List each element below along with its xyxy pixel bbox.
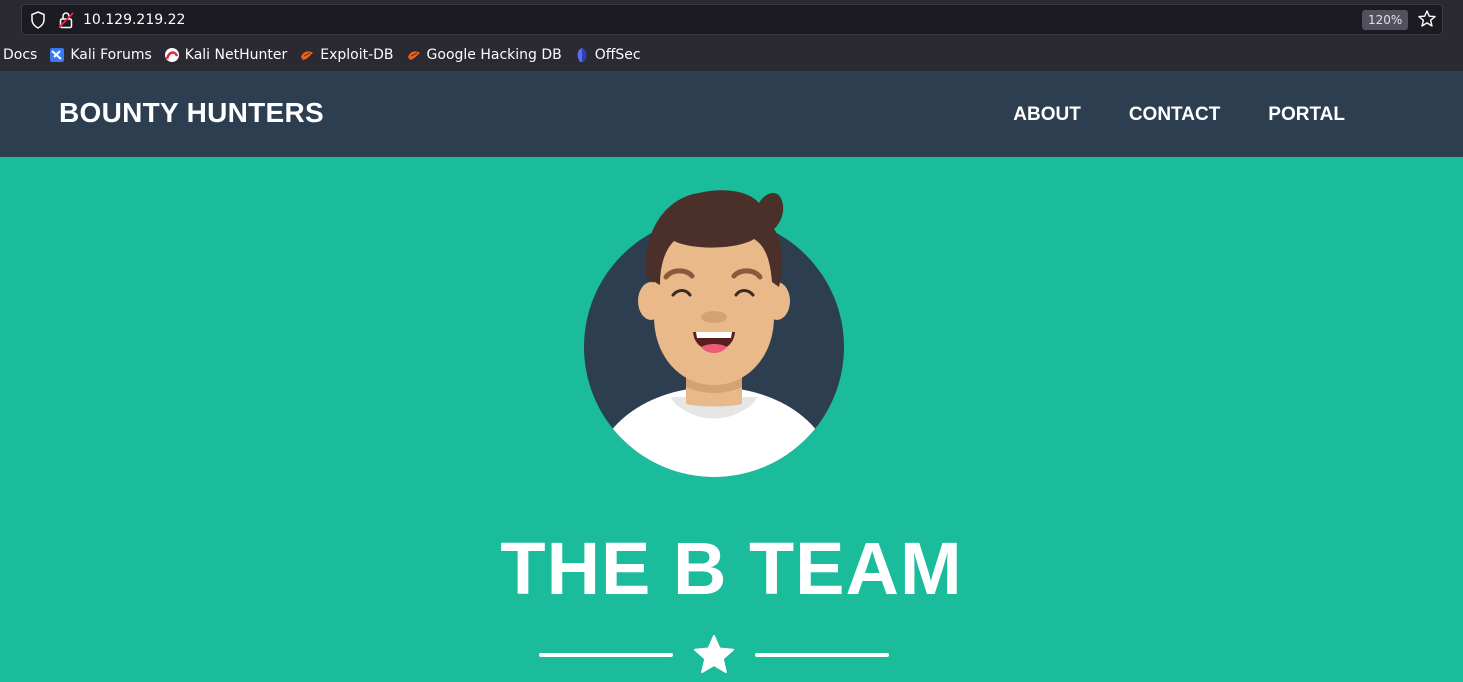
bookmarks-toolbar: Docs Kali Forums Kali NetHunter Exploit-… <box>0 44 653 66</box>
bookmark-offsec[interactable]: OffSec <box>574 47 641 63</box>
nav-contact[interactable]: CONTACT <box>1129 104 1220 126</box>
site-navbar: BOUNTY HUNTERS ABOUT CONTACT PORTAL <box>0 71 1463 157</box>
site-brand[interactable]: BOUNTY HUNTERS <box>59 97 324 129</box>
bookmark-label: Kali NetHunter <box>184 47 288 63</box>
bookmark-kali-nethunter[interactable]: Kali NetHunter <box>164 47 287 63</box>
star-divider <box>539 631 889 675</box>
star-icon <box>694 635 734 673</box>
shield-icon[interactable] <box>30 11 46 29</box>
bookmark-label: Docs <box>3 47 38 63</box>
bookmark-label: OffSec <box>594 47 641 63</box>
exploit-db-icon <box>301 51 314 60</box>
bookmark-exploit-db[interactable]: Exploit-DB <box>299 47 394 63</box>
divider-line-left <box>539 653 673 657</box>
bookmark-label: Google Hacking DB <box>426 47 562 63</box>
zoom-level-badge[interactable]: 120% <box>1362 10 1409 30</box>
kali-nethunter-icon <box>164 48 179 62</box>
kali-forums-icon <box>50 48 65 62</box>
bookmark-label: Exploit-DB <box>320 47 394 63</box>
nav-links: ABOUT CONTACT PORTAL <box>965 104 1345 126</box>
nav-portal[interactable]: PORTAL <box>1268 104 1345 126</box>
hero-section: THE B TEAM <box>0 157 1463 682</box>
bookmark-star-icon[interactable] <box>1417 9 1437 29</box>
url-text[interactable]: 10.129.219.22 <box>83 11 185 29</box>
bookmark-kali-forums[interactable]: Kali Forums <box>49 47 152 63</box>
bookmark-google-hacking-db[interactable]: Google Hacking DB <box>406 47 562 63</box>
bookmark-docs[interactable]: Docs <box>3 47 37 63</box>
browser-chrome: 10.129.219.22 120% Docs Kali Forums Kali… <box>0 0 1463 71</box>
divider-line-right <box>755 653 889 657</box>
offsec-icon <box>577 48 587 62</box>
bookmark-label: Kali Forums <box>70 47 152 63</box>
ghdb-icon <box>407 51 420 60</box>
hero-title: THE B TEAM <box>500 527 963 610</box>
insecure-lock-icon[interactable] <box>58 11 74 29</box>
avatar-image <box>584 190 844 477</box>
nav-about[interactable]: ABOUT <box>1013 104 1081 126</box>
address-bar[interactable]: 10.129.219.22 120% <box>21 4 1443 35</box>
